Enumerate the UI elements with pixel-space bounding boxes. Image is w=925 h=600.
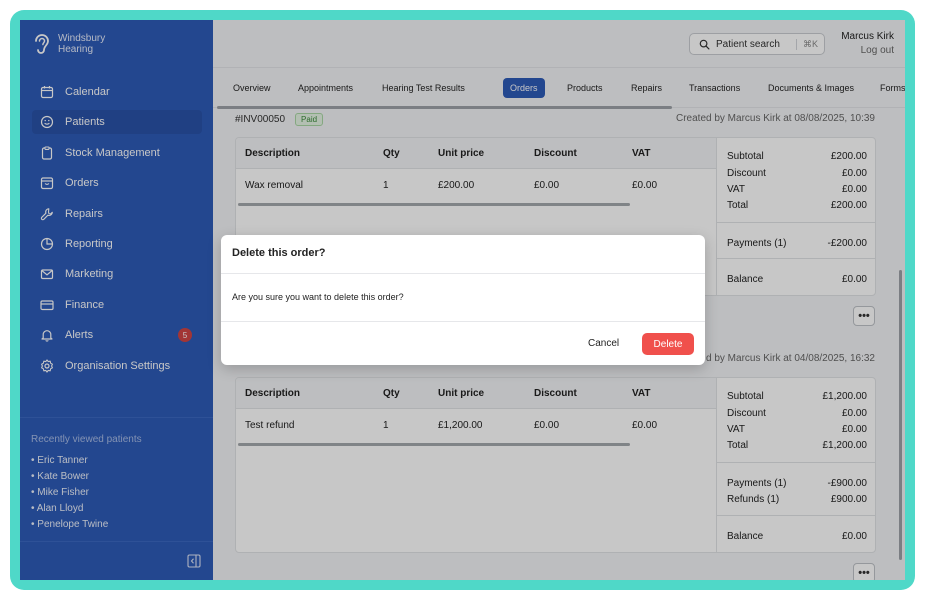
cancel-button[interactable]: Cancel — [588, 334, 619, 354]
dialog-divider — [221, 321, 705, 322]
dialog-divider — [221, 273, 705, 274]
delete-order-dialog: Delete this order? Are you sure you want… — [221, 235, 705, 365]
dialog-title: Delete this order? — [232, 247, 326, 259]
app-window: Windsbury Hearing Calendar Patients Stoc… — [20, 20, 905, 580]
modal-backdrop[interactable]: Delete this order? Are you sure you want… — [20, 20, 905, 580]
dialog-message: Are you sure you want to delete this ord… — [232, 292, 404, 302]
delete-button[interactable]: Delete — [642, 333, 694, 355]
